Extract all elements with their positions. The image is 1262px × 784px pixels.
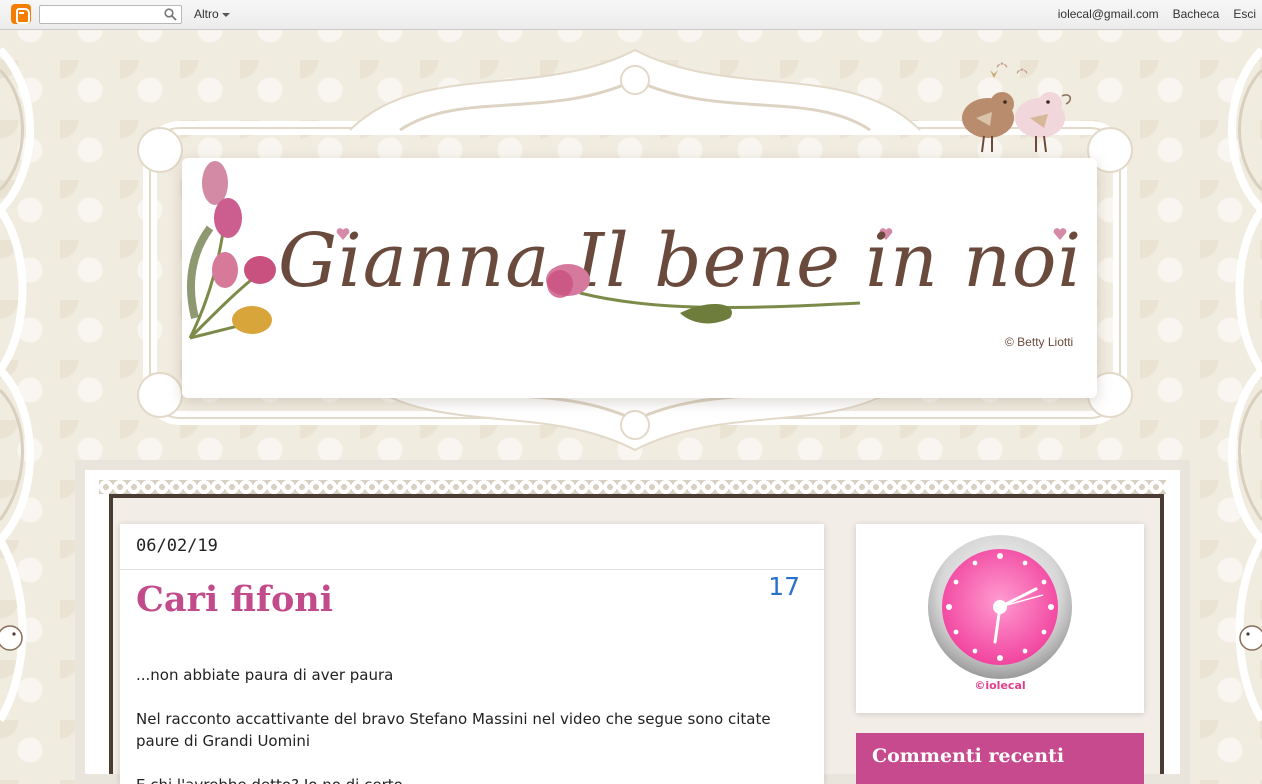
signout-link[interactable]: Esci	[1233, 7, 1256, 21]
user-email-link[interactable]: iolecal@gmail.com	[1058, 7, 1159, 21]
chevron-down-icon	[221, 12, 230, 17]
post-divider	[120, 569, 824, 570]
blogger-logo-icon[interactable]	[11, 4, 31, 24]
blog-header: Gianna Il bene in noi © Betty Liotti	[120, 40, 1150, 460]
more-menu-label: Altro	[194, 7, 219, 21]
recent-comments-title: Commenti recenti	[872, 745, 1065, 767]
dashboard-link[interactable]: Bacheca	[1173, 7, 1220, 21]
more-menu-button[interactable]: Altro	[194, 7, 230, 21]
post-paragraph: E chi l'avrebbe detto? Io no di certo	[136, 774, 796, 784]
post-paragraph: Nel racconto accattivante del bravo Stef…	[136, 710, 771, 750]
clock-icon	[928, 535, 1072, 679]
post-date: 06/02/19	[136, 536, 218, 556]
clock-widget: ©iolecal	[856, 524, 1144, 713]
recent-comments-widget: Commenti recenti	[856, 733, 1144, 784]
clock-caption: ©iolecal	[974, 679, 1026, 692]
header-copyright: © Betty Liotti	[1005, 335, 1074, 349]
right-side-ornament	[1228, 47, 1262, 723]
blogger-navbar: Altro iolecal@gmail.com Bacheca Esci	[0, 0, 1262, 30]
left-side-ornament	[0, 47, 34, 723]
post-paragraph: ...non abbiate paura di aver paura	[136, 666, 394, 684]
post-body: ...non abbiate paura di aver paura Nel r…	[136, 664, 796, 784]
blog-post: 06/02/19 Cari fifoni 17 ...non abbiate p…	[120, 524, 824, 784]
post-title[interactable]: Cari fifoni	[136, 579, 333, 620]
search-input[interactable]	[40, 9, 158, 26]
search-icon[interactable]	[164, 8, 177, 21]
tulip-underline-illustration	[546, 264, 861, 324]
birds-illustration	[962, 62, 1072, 153]
search-box[interactable]	[39, 5, 182, 26]
comment-count-link[interactable]: 17	[768, 572, 800, 601]
navbar-user-links: iolecal@gmail.com Bacheca Esci	[1058, 7, 1256, 21]
